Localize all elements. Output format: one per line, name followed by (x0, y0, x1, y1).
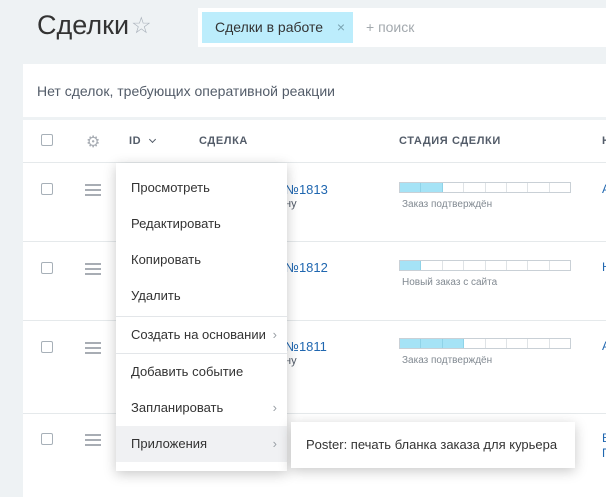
column-deal[interactable]: СДЕЛКА (199, 135, 248, 147)
menu-icon[interactable] (85, 342, 101, 357)
deal-link[interactable]: №1811 (285, 339, 327, 354)
deal-link[interactable]: №1813 (285, 182, 328, 197)
deal-link[interactable]: №1812 (285, 260, 328, 275)
chevron-right-icon: › (272, 400, 277, 415)
stage-segment (528, 183, 550, 192)
menu-item-label: Запланировать (131, 400, 224, 415)
stage-segment (550, 261, 570, 270)
stage-segment (421, 261, 443, 270)
column-stage[interactable]: СТАДИЯ СДЕЛКИ (399, 135, 501, 147)
row-next-cell[interactable]: В (602, 431, 606, 445)
stage-segment (507, 339, 529, 348)
stage-segment (550, 183, 570, 192)
stage-segment (507, 183, 529, 192)
menu-item-add-event[interactable]: Добавить событие (116, 354, 287, 390)
stage-segment (528, 339, 550, 348)
table-header: ⚙ ID СДЕЛКА СТАДИЯ СДЕЛКИ Н (23, 120, 606, 163)
menu-item-create-based-on[interactable]: Создать на основании › (116, 317, 287, 353)
menu-icon[interactable] (85, 434, 101, 449)
stage-label: Заказ подтверждён (402, 355, 493, 366)
menu-item-label: Редактировать (131, 216, 221, 231)
stage-segment (486, 261, 507, 270)
stage-segment (464, 339, 486, 348)
row-checkbox[interactable] (41, 433, 53, 445)
row-checkbox[interactable] (41, 262, 53, 274)
column-id[interactable]: ID (129, 135, 156, 147)
menu-icon[interactable] (85, 184, 101, 199)
stage-segment (507, 261, 529, 270)
column-next[interactable]: Н (602, 135, 606, 147)
stage-segment (464, 261, 486, 270)
row-next-cell[interactable]: А (602, 182, 606, 196)
applications-submenu[interactable]: Poster: печать бланка заказа для курьера (291, 422, 575, 468)
menu-item-label: Просмотреть (131, 180, 210, 195)
submenu-item-poster-print[interactable]: Poster: печать бланка заказа для курьера (306, 437, 557, 452)
stage-segment (400, 183, 422, 192)
stage-progress-bar[interactable] (399, 260, 571, 271)
stage-segment (421, 339, 443, 348)
select-all-checkbox[interactable] (41, 134, 53, 146)
stage-segment (486, 339, 507, 348)
stage-segment (528, 261, 550, 270)
menu-item-label: Приложения (131, 436, 208, 451)
menu-item-label: Копировать (131, 252, 201, 267)
table-row[interactable]: №1813 ну Заказ подтверждён А (23, 164, 606, 242)
row-checkbox[interactable] (41, 183, 53, 195)
stage-segment (464, 183, 486, 192)
chevron-down-icon (148, 135, 156, 144)
menu-item-schedule[interactable]: Запланировать › (116, 390, 287, 426)
row-next-cell[interactable]: Н (602, 260, 606, 274)
chevron-right-icon: › (272, 327, 277, 342)
table-row[interactable]: №1812 Новый заказ с сайта Н (23, 243, 606, 321)
row-next-cell[interactable]: А (602, 339, 606, 353)
stage-segment (442, 339, 465, 348)
chevron-right-icon: › (272, 436, 277, 451)
star-icon[interactable]: ☆ (131, 12, 152, 39)
notice-text: Нет сделок, требующих оперативной реакци… (37, 83, 335, 99)
menu-item-label: Добавить событие (131, 364, 244, 379)
column-id-label: ID (129, 135, 142, 147)
stage-segment (443, 261, 465, 270)
filter-chip[interactable]: Сделки в работе × (202, 12, 354, 43)
menu-item-label: Удалить (131, 288, 181, 303)
menu-item-view[interactable]: Просмотреть (116, 170, 287, 206)
page-header: Сделки ☆ Сделки в работе × + поиск (0, 0, 606, 56)
stage-segment (550, 339, 570, 348)
close-icon[interactable]: × (337, 12, 345, 43)
menu-icon[interactable] (85, 263, 101, 278)
stage-label: Заказ подтверждён (402, 199, 493, 210)
stage-segment (421, 183, 443, 192)
gear-icon[interactable]: ⚙ (86, 132, 100, 152)
table-row[interactable]: №1811 ну Заказ подтверждён А (23, 322, 606, 414)
row-context-menu: Просмотреть Редактировать Копировать Уда… (116, 163, 287, 471)
stage-label: Новый заказ с сайта (402, 277, 498, 288)
filter-chip-label: Сделки в работе (215, 19, 324, 35)
search-input[interactable]: + поиск (366, 8, 414, 47)
stage-progress-bar[interactable] (399, 338, 571, 349)
menu-item-label: Создать на основании (131, 327, 266, 342)
stage-segment (400, 261, 422, 270)
menu-item-delete[interactable]: Удалить (116, 278, 287, 314)
stage-segment (486, 183, 507, 192)
stage-segment (443, 183, 465, 192)
deals-page: Сделки ☆ Сделки в работе × + поиск Нет с… (0, 0, 606, 497)
row-next-cell[interactable]: П (602, 446, 606, 460)
page-title: Сделки (37, 10, 130, 40)
stage-progress-bar[interactable] (399, 182, 571, 193)
menu-item-copy[interactable]: Копировать (116, 242, 287, 278)
search-bar[interactable]: Сделки в работе × + поиск (198, 8, 606, 47)
menu-item-applications[interactable]: Приложения › (116, 426, 287, 462)
row-checkbox[interactable] (41, 341, 53, 353)
stage-segment (400, 339, 422, 348)
menu-item-edit[interactable]: Редактировать (116, 206, 287, 242)
